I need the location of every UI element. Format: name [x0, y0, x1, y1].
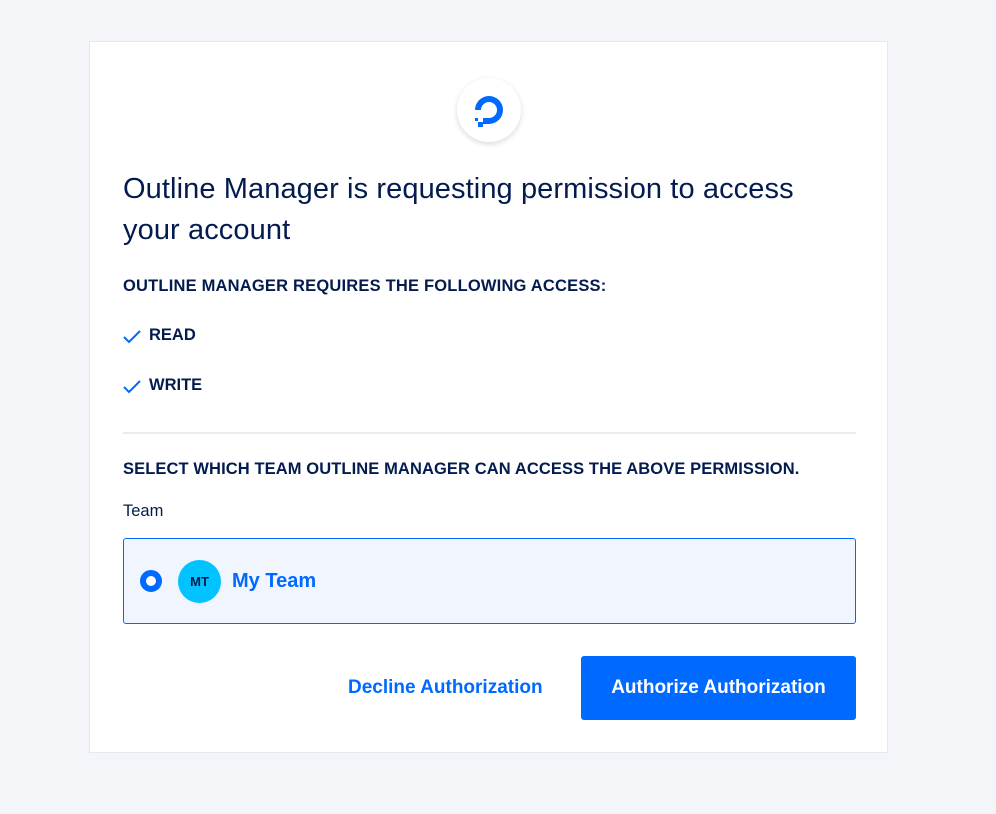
team-selection-instruction: SELECT WHICH TEAM OUTLINE MANAGER CAN AC… [123, 460, 800, 478]
team-option-my-team[interactable]: MT My Team [123, 538, 856, 624]
digitalocean-logo [457, 78, 521, 142]
team-radio-button[interactable] [140, 570, 162, 592]
check-icon [123, 380, 141, 394]
divider [123, 432, 856, 434]
page-title: Outline Manager is requesting permission… [123, 173, 794, 246]
authorize-button[interactable]: Authorize Authorization [581, 656, 856, 720]
team-field-label: Team [123, 502, 164, 520]
permission-read: READ [123, 326, 196, 345]
permission-label: WRITE [149, 376, 203, 394]
permission-write: WRITE [123, 376, 202, 395]
digitalocean-logo-icon [475, 96, 503, 127]
decline-authorization-button[interactable]: Decline Authorization [348, 656, 543, 720]
access-requirements-heading: OUTLINE MANAGER REQUIRES THE FOLLOWING A… [123, 277, 607, 295]
team-name: My Team [232, 569, 317, 592]
team-avatar: MT [178, 559, 221, 603]
check-icon [123, 330, 141, 344]
authorization-card: Outline Manager is requesting permission… [89, 41, 888, 753]
permission-label: READ [149, 326, 196, 344]
